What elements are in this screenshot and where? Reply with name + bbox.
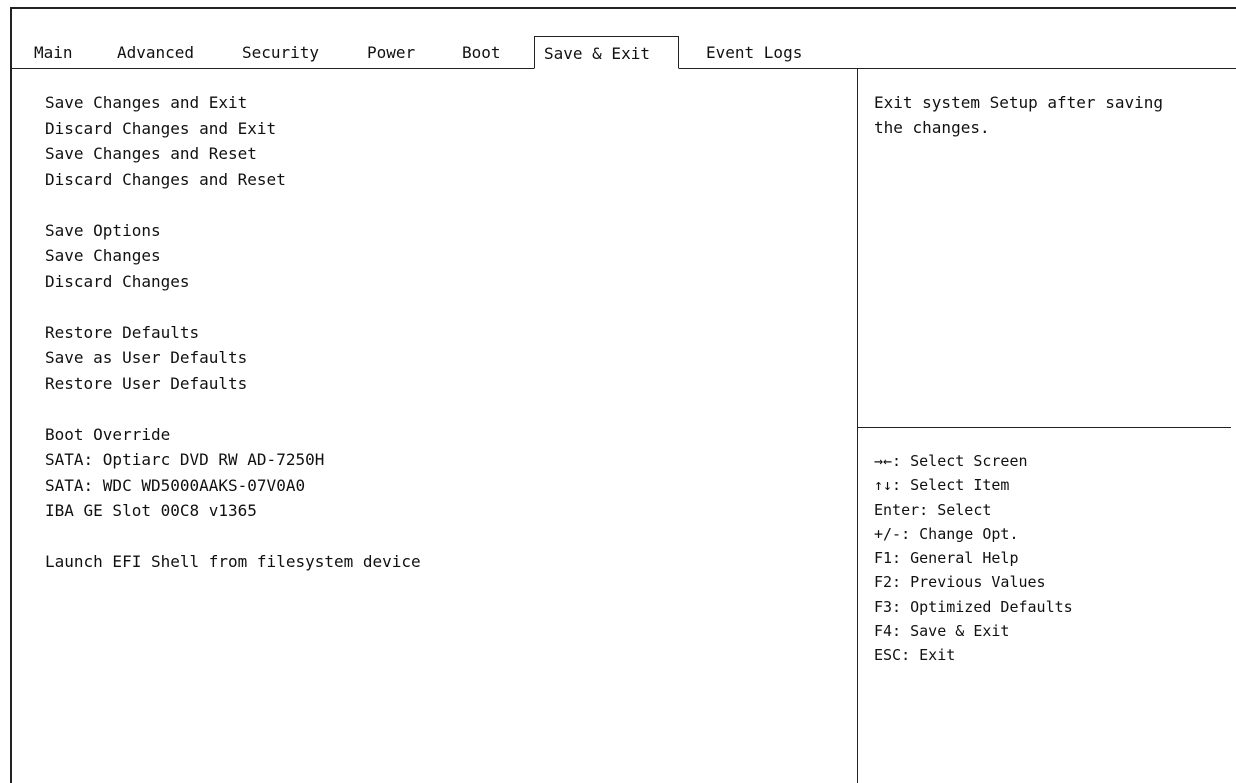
menu-item-discard-changes-and-exit[interactable]: Discard Changes and Exit xyxy=(45,116,421,142)
help-text-line: Exit system Setup after saving xyxy=(874,93,1163,112)
tab-power[interactable]: Power xyxy=(367,36,415,69)
key-f1-general-help: F1: General Help xyxy=(874,549,1019,568)
key-legend: →←: Select Screen ↑↓: Select Item Enter:… xyxy=(874,449,1073,668)
key-select-item: ↑↓: Select Item xyxy=(874,476,1010,495)
key-f3-optimized-defaults: F3: Optimized Defaults xyxy=(874,597,1073,616)
menu-item-restore-defaults[interactable]: Restore Defaults xyxy=(45,320,421,346)
menu-item-discard-changes-and-reset[interactable]: Discard Changes and Reset xyxy=(45,167,421,193)
tab-main[interactable]: Main xyxy=(34,36,73,69)
boot-override-dvd[interactable]: SATA: Optiarc DVD RW AD-7250H xyxy=(45,447,421,473)
tab-save-and-exit[interactable]: Save & Exit xyxy=(534,36,679,69)
menu-item-save-changes-and-exit[interactable]: Save Changes and Exit xyxy=(45,90,421,116)
boot-override-hdd[interactable]: SATA: WDC WD5000AAKS-07V0A0 xyxy=(45,473,421,499)
help-text: Exit system Setup after saving the chang… xyxy=(874,90,1230,140)
key-esc-exit: ESC: Exit xyxy=(874,646,956,665)
key-select-screen: →←: Select Screen xyxy=(874,452,1028,470)
keys-divider xyxy=(857,427,1231,428)
save-exit-menu: Save Changes and Exit Discard Changes an… xyxy=(45,90,421,575)
tab-event-logs[interactable]: Event Logs xyxy=(706,36,802,69)
menu-item-save-changes[interactable]: Save Changes xyxy=(45,243,421,269)
menu-item-save-as-user-defaults[interactable]: Save as User Defaults xyxy=(45,345,421,371)
tab-boot[interactable]: Boot xyxy=(462,36,501,69)
help-text-line: the changes. xyxy=(874,118,990,137)
menu-item-restore-user-defaults[interactable]: Restore User Defaults xyxy=(45,371,421,397)
tab-advanced[interactable]: Advanced xyxy=(117,36,194,69)
help-panel-divider xyxy=(857,69,858,783)
section-heading-boot-override: Boot Override xyxy=(45,424,171,444)
menu-item-save-changes-and-reset[interactable]: Save Changes and Reset xyxy=(45,141,421,167)
section-heading-save-options: Save Options xyxy=(45,220,161,240)
key-enter-select: Enter: Select xyxy=(874,500,992,519)
menu-item-discard-changes[interactable]: Discard Changes xyxy=(45,269,421,295)
tab-bar: Main Advanced Security Power Boot Save &… xyxy=(12,36,1236,69)
tab-security[interactable]: Security xyxy=(242,36,319,69)
boot-override-iba[interactable]: IBA GE Slot 00C8 v1365 xyxy=(45,498,421,524)
key-f2-previous-values: F2: Previous Values xyxy=(874,573,1046,592)
menu-item-launch-efi-shell[interactable]: Launch EFI Shell from filesystem device xyxy=(45,549,421,575)
key-change-opt: +/-: Change Opt. xyxy=(874,524,1019,543)
key-f4-save-exit: F4: Save & Exit xyxy=(874,622,1010,641)
